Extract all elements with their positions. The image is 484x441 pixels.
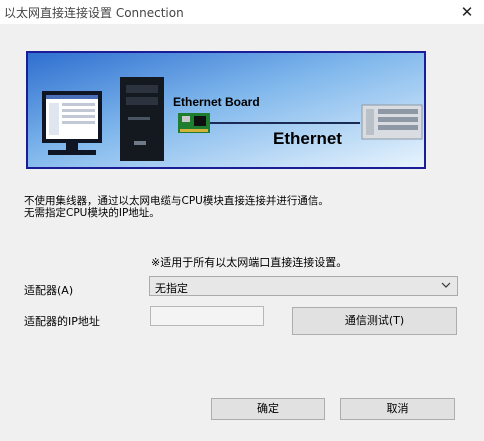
pc-tower-icon: [120, 77, 164, 161]
communication-test-button[interactable]: 通信测试(T): [292, 307, 457, 335]
adapter-ip-label: 适配器的IP地址: [24, 315, 100, 328]
ethernet-label: Ethernet: [273, 129, 342, 148]
adapter-ip-field[interactable]: [150, 306, 264, 326]
ethernet-board-label: Ethernet Board: [173, 95, 260, 109]
description: 不使用集线器，通过以太网电缆与CPU模块直接连接并进行通信。 无需指定CPU模块…: [24, 195, 329, 219]
chevron-down-icon: [441, 282, 451, 288]
illustration-graphic: [28, 53, 424, 167]
title-bar: 以太网直接连接设置 Connection ✕: [0, 0, 484, 24]
ethernet-board-icon: [178, 113, 210, 133]
adapter-selected-value: 无指定: [155, 282, 188, 295]
close-button[interactable]: ✕: [450, 0, 484, 24]
cancel-button[interactable]: 取消: [340, 398, 455, 420]
adapter-dropdown[interactable]: 无指定: [149, 276, 458, 296]
connection-illustration: Ethernet Board Ethernet: [26, 51, 426, 169]
applicability-note: ※适用于所有以太网端口直接连接设置。: [151, 256, 348, 269]
adapter-label: 适配器(A): [24, 284, 74, 297]
window-title: 以太网直接连接设置 Connection: [4, 6, 184, 20]
plc-module-icon: [361, 104, 423, 140]
ok-button[interactable]: 确定: [211, 398, 325, 420]
description-line-2: 无需指定CPU模块的IP地址。: [24, 207, 160, 219]
description-line-1: 不使用集线器，通过以太网电缆与CPU模块直接连接并进行通信。: [24, 195, 329, 207]
